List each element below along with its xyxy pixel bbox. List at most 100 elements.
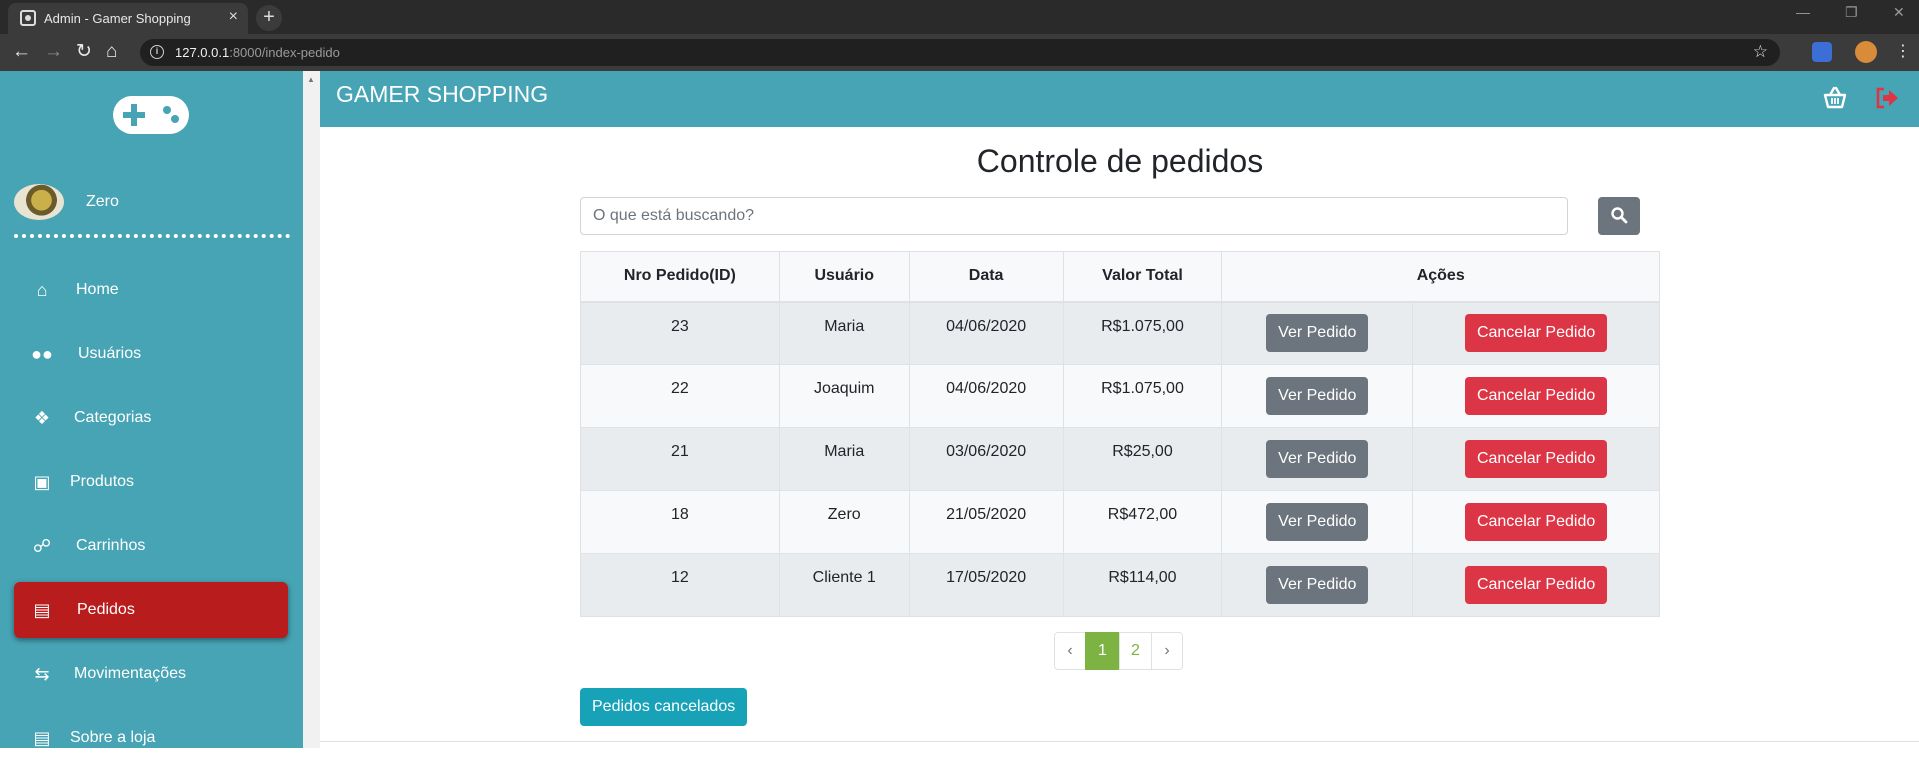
column-header-total: Valor Total bbox=[1062, 251, 1223, 303]
sidebar-item-home[interactable]: ⌂ Home bbox=[14, 262, 288, 318]
cart-icon: ☍ bbox=[32, 536, 52, 556]
order-id: 18 bbox=[580, 490, 780, 554]
minimize-icon[interactable]: — bbox=[1796, 4, 1810, 20]
pagination-page-1[interactable]: 1 bbox=[1085, 632, 1120, 670]
cancel-order-button[interactable]: Cancelar Pedido bbox=[1464, 440, 1608, 478]
order-date: 03/06/2020 bbox=[908, 427, 1064, 491]
truck-icon: ▤ bbox=[33, 600, 51, 620]
document-icon: ▤ bbox=[33, 728, 51, 748]
pagination: ‹ 1 2 › bbox=[1054, 632, 1183, 670]
table-row: 21 Maria 03/06/2020 R$25,00 Ver Pedido C… bbox=[580, 427, 1660, 491]
gamepad-logo-icon bbox=[113, 96, 189, 134]
order-id: 21 bbox=[580, 427, 780, 491]
site-info-icon[interactable]: i bbox=[150, 45, 164, 59]
pagination-page-2[interactable]: 2 bbox=[1119, 632, 1152, 670]
view-order-button[interactable]: Ver Pedido bbox=[1266, 314, 1369, 353]
order-total: R$1.075,00 bbox=[1062, 364, 1223, 428]
sidebar-item-movimentacoes[interactable]: ⇆ Movimentações bbox=[14, 646, 288, 702]
order-total: R$25,00 bbox=[1062, 427, 1223, 491]
sidebar: Zero ⌂ Home ●● Usuários ❖ Categorias ▣ P… bbox=[0, 71, 303, 748]
brand-title[interactable]: GAMER SHOPPING bbox=[336, 81, 548, 108]
order-id: 22 bbox=[580, 364, 780, 428]
logout-icon[interactable] bbox=[1874, 85, 1900, 111]
cancel-order-button[interactable]: Cancelar Pedido bbox=[1464, 314, 1608, 353]
forward-icon[interactable]: → bbox=[44, 41, 63, 63]
view-order-button[interactable]: Ver Pedido bbox=[1266, 440, 1369, 478]
table-row: 22 Joaquim 04/06/2020 R$1.075,00 Ver Ped… bbox=[580, 364, 1660, 428]
bookmark-star-icon[interactable]: ☆ bbox=[1753, 42, 1768, 62]
cancel-order-button[interactable]: Cancelar Pedido bbox=[1464, 566, 1608, 604]
page-title: Controle de pedidos bbox=[976, 143, 1264, 179]
tab-close-icon[interactable]: × bbox=[229, 8, 238, 26]
sidebar-item-usuarios[interactable]: ●● Usuários bbox=[14, 326, 288, 382]
orders-table: Nro Pedido(ID) Usuário Data Valor Total … bbox=[580, 251, 1660, 617]
order-date: 04/06/2020 bbox=[908, 301, 1064, 365]
scrollbar[interactable]: ▲ bbox=[303, 71, 320, 748]
new-tab-button[interactable]: + bbox=[256, 5, 282, 31]
browser-tab[interactable]: Admin - Gamer Shopping × bbox=[8, 3, 248, 34]
sidebar-item-label: Sobre a loja bbox=[70, 729, 156, 746]
search-button[interactable] bbox=[1598, 197, 1640, 235]
sidebar-item-pedidos[interactable]: ▤ Pedidos bbox=[14, 582, 288, 638]
view-order-button[interactable]: Ver Pedido bbox=[1266, 377, 1369, 415]
sidebar-item-label: Carrinhos bbox=[76, 537, 146, 554]
pagination-prev[interactable]: ‹ bbox=[1054, 632, 1086, 670]
exchange-icon: ⇆ bbox=[34, 664, 50, 684]
tab-title: Admin - Gamer Shopping bbox=[44, 11, 191, 26]
order-total: R$114,00 bbox=[1062, 553, 1223, 617]
order-total: R$1.075,00 bbox=[1062, 301, 1223, 365]
url-text: 127.0.0.1:8000/index-pedido bbox=[175, 45, 340, 60]
sidebar-item-label: Usuários bbox=[78, 345, 142, 362]
extension-icon[interactable] bbox=[1812, 42, 1832, 62]
pagination-next[interactable]: › bbox=[1151, 632, 1183, 670]
column-header-date: Data bbox=[908, 251, 1064, 303]
order-user: Maria bbox=[778, 301, 910, 365]
order-id: 23 bbox=[580, 301, 780, 365]
search-input[interactable] bbox=[580, 197, 1568, 235]
cancel-order-button[interactable]: Cancelar Pedido bbox=[1464, 503, 1608, 541]
restore-icon[interactable]: ❐ bbox=[1845, 4, 1858, 21]
order-date: 17/05/2020 bbox=[908, 553, 1064, 617]
back-icon[interactable]: ← bbox=[12, 41, 31, 63]
browser-tabstrip: Admin - Gamer Shopping × + — ❐ ✕ bbox=[0, 0, 1919, 34]
sidebar-item-label: Produtos bbox=[70, 473, 135, 490]
cancelled-orders-button[interactable]: Pedidos cancelados bbox=[580, 688, 748, 726]
sidebar-item-label: Categorias bbox=[74, 409, 152, 426]
divider bbox=[320, 741, 1919, 742]
reload-icon[interactable]: ↻ bbox=[76, 41, 92, 63]
profile-avatar[interactable] bbox=[1855, 41, 1877, 63]
home-icon: ⌂ bbox=[36, 280, 48, 300]
sidebar-item-sobre-a-loja[interactable]: ▤ Sobre a loja bbox=[14, 710, 288, 766]
sidebar-item-label: Movimentações bbox=[74, 665, 187, 682]
sidebar-item-label: Pedidos bbox=[77, 601, 135, 618]
order-total: R$472,00 bbox=[1062, 490, 1223, 554]
view-order-button[interactable]: Ver Pedido bbox=[1266, 566, 1369, 604]
table-row: 18 Zero 21/05/2020 R$472,00 Ver Pedido C… bbox=[580, 490, 1660, 554]
basket-icon[interactable] bbox=[1822, 85, 1848, 111]
address-bar[interactable]: i 127.0.0.1:8000/index-pedido ☆ bbox=[140, 39, 1780, 66]
table-header-row: Nro Pedido(ID) Usuário Data Valor Total … bbox=[580, 251, 1660, 303]
divider bbox=[14, 234, 290, 238]
browser-toolbar: ← → ↻ ⌂ i 127.0.0.1:8000/index-pedido ☆ … bbox=[0, 34, 1919, 71]
sidebar-username: Zero bbox=[86, 193, 119, 210]
shopping-bag-icon: ▣ bbox=[33, 472, 51, 492]
scroll-up-icon[interactable]: ▲ bbox=[307, 75, 315, 84]
cancel-order-button[interactable]: Cancelar Pedido bbox=[1464, 377, 1608, 415]
order-user: Maria bbox=[778, 427, 910, 491]
column-header-actions: Ações bbox=[1221, 251, 1660, 303]
close-window-icon[interactable]: ✕ bbox=[1893, 4, 1905, 21]
sidebar-item-produtos[interactable]: ▣ Produtos bbox=[14, 454, 288, 510]
browser-menu-icon[interactable]: ⋮ bbox=[1895, 41, 1911, 63]
sidebar-item-categorias[interactable]: ❖ Categorias bbox=[14, 390, 288, 446]
view-order-button[interactable]: Ver Pedido bbox=[1266, 503, 1369, 541]
table-row: 23 Maria 04/06/2020 R$1.075,00 Ver Pedid… bbox=[580, 301, 1660, 365]
sidebar-item-carrinhos[interactable]: ☍ Carrinhos bbox=[14, 518, 288, 574]
order-date: 04/06/2020 bbox=[908, 364, 1064, 428]
order-user: Cliente 1 bbox=[778, 553, 910, 617]
order-id: 12 bbox=[580, 553, 780, 617]
sidebar-item-label: Home bbox=[76, 281, 119, 298]
column-header-id: Nro Pedido(ID) bbox=[580, 251, 780, 303]
top-header: GAMER SHOPPING bbox=[320, 71, 1919, 127]
search-icon bbox=[1611, 206, 1628, 223]
home-browser-icon[interactable]: ⌂ bbox=[106, 41, 117, 63]
